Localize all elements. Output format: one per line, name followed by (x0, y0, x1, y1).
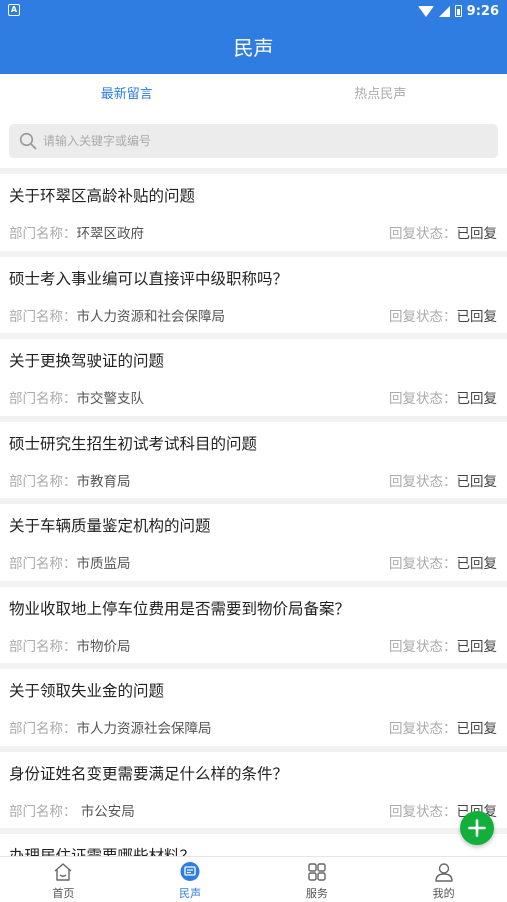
reply-status: 回复状态：已回复 (389, 717, 497, 737)
message-icon (180, 862, 200, 881)
dept-label: 部门名称： (9, 803, 77, 820)
reply-status: 回复状态：已回复 (389, 635, 497, 655)
list-item[interactable]: 关于领取失业金的问题 部门名称：市人力资源社会保障局 回复状态：已回复 (0, 669, 507, 752)
tab-hot-topics[interactable]: 热点民声 (254, 74, 507, 116)
status-value: 已回复 (456, 473, 498, 490)
reply-status: 回复状态：已回复 (389, 305, 497, 325)
dept-name: 市人力资源和社会保障局 (76, 308, 226, 325)
status-value: 已回复 (456, 391, 498, 407)
search-box[interactable] (9, 124, 498, 158)
message-list: 关于环翠区高龄补贴的问题 部门名称：环翠区政府 回复状态：已回复 硕士考入事业编… (0, 174, 507, 856)
list-item[interactable]: 关于环翠区高龄补贴的问题 部门名称：环翠区政府 回复状态：已回复 (0, 174, 507, 257)
nav-label: 民声 (179, 887, 202, 900)
dept-name: 环翠区政府 (76, 226, 145, 242)
list-item[interactable]: 硕士考入事业编可以直接评中级职称吗？ 部门名称：市人力资源和社会保障局 回复状态… (0, 256, 507, 339)
item-title: 硕士研究生招生初试考试科目的问题 (9, 434, 258, 453)
nav-label: 首页 (52, 887, 75, 900)
reply-status: 回复状态：已回复 (389, 552, 497, 572)
item-title: 物业收取地上停车位费用是否需要到物价局备案？ (9, 599, 351, 618)
status-label: 回复状态： (389, 638, 457, 655)
search-input[interactable] (43, 124, 483, 158)
nav-services[interactable]: 服务 (254, 857, 381, 902)
tab-latest-messages[interactable]: 最新留言 (0, 74, 254, 116)
bottom-nav: 首页 民声 服务 我的 (0, 856, 507, 902)
list-item[interactable]: 身份证姓名变更需要满足什么样的条件？ 部门名称： 市公安局 回复状态：已回复 (0, 751, 507, 834)
list-item[interactable]: 办理居住证需要哪些材料？ (0, 834, 507, 856)
status-label: 回复状态： (389, 308, 457, 325)
status-bar: A 9:26 (0, 0, 507, 22)
status-value: 已回复 (456, 556, 498, 572)
status-label: 回复状态： (389, 226, 457, 242)
search-bar (0, 116, 507, 168)
item-meta: 部门名称：市交警支队 回复状态：已回复 (9, 387, 497, 407)
status-label: 回复状态： (389, 556, 457, 572)
list-item[interactable]: 关于更换驾驶证的问题 部门名称：市交警支队 回复状态：已回复 (0, 339, 507, 422)
nav-label: 我的 (432, 887, 455, 900)
grid-icon (308, 863, 326, 881)
status-value: 已回复 (456, 638, 498, 655)
item-meta: 部门名称：环翠区政府 回复状态：已回复 (9, 222, 497, 242)
item-title: 关于领取失业金的问题 (9, 682, 165, 700)
plus-icon (468, 819, 486, 837)
app-bar: 民声 (0, 22, 507, 74)
dept-label: 部门名称： (9, 226, 77, 242)
dept-name: 市交警支队 (76, 391, 145, 407)
clock: 9:26 (466, 3, 499, 19)
item-meta: 部门名称：市人力资源和社会保障局 回复状态：已回复 (9, 305, 497, 325)
item-title: 关于更换驾驶证的问题 (9, 352, 165, 370)
wifi-icon (417, 5, 434, 17)
dept-name: 市人力资源社会保障局 (76, 721, 212, 737)
status-label: 回复状态： (389, 391, 457, 407)
dept-label: 部门名称： (9, 638, 77, 655)
item-meta: 部门名称：市人力资源社会保障局 回复状态：已回复 (9, 717, 497, 737)
list-item[interactable]: 物业收取地上停车位费用是否需要到物价局备案？ 部门名称：市物价局 回复状态：已回… (0, 586, 507, 669)
add-message-button[interactable] (460, 811, 494, 845)
item-meta: 部门名称：市物价局 回复状态：已回复 (9, 635, 497, 655)
home-icon (54, 863, 72, 881)
nav-voice[interactable]: 民声 (127, 857, 254, 902)
dept-label: 部门名称： (9, 308, 77, 325)
tab-bar: 最新留言 热点民声 (0, 74, 507, 116)
reply-status: 回复状态：已回复 (389, 222, 497, 242)
status-label: 回复状态： (389, 721, 457, 737)
nav-label: 服务 (305, 887, 328, 900)
dept-name: 市教育局 (76, 473, 131, 490)
dept-label: 部门名称： (9, 721, 77, 737)
item-meta: 部门名称：市质监局 回复状态：已回复 (9, 552, 497, 572)
item-title: 关于车辆质量鉴定机构的问题 (9, 517, 211, 535)
notification-icon: A (8, 4, 20, 16)
status-value: 已回复 (456, 226, 498, 242)
item-title: 办理居住证需要哪些材料？ (9, 847, 196, 856)
status-value: 已回复 (456, 721, 498, 737)
search-icon (19, 132, 37, 150)
reply-status: 回复状态：已回复 (389, 470, 497, 490)
status-label: 回复状态： (389, 803, 457, 820)
item-title: 硕士考入事业编可以直接评中级职称吗？ (9, 269, 289, 288)
item-title: 身份证姓名变更需要满足什么样的条件？ (9, 764, 289, 783)
status-value: 已回复 (456, 308, 498, 325)
item-meta: 部门名称：市教育局 回复状态：已回复 (9, 470, 497, 490)
nav-home[interactable]: 首页 (0, 857, 127, 902)
status-label: 回复状态： (389, 473, 457, 490)
reply-status: 回复状态：已回复 (389, 387, 497, 407)
list-item[interactable]: 硕士研究生招生初试考试科目的问题 部门名称：市教育局 回复状态：已回复 (0, 421, 507, 504)
battery-icon (454, 5, 462, 17)
dept-name: 市物价局 (76, 638, 131, 655)
item-meta: 部门名称： 市公安局 回复状态：已回复 (9, 800, 497, 820)
dept-name: 市质监局 (76, 556, 131, 572)
dept-label: 部门名称： (9, 391, 77, 407)
nav-profile[interactable]: 我的 (380, 857, 507, 902)
dept-name: 市公安局 (76, 803, 135, 820)
signal-icon (438, 5, 450, 17)
item-title: 关于环翠区高龄补贴的问题 (9, 187, 196, 205)
status-icons: 9:26 (417, 2, 499, 20)
dept-label: 部门名称： (9, 556, 77, 572)
page-title: 民声 (233, 36, 274, 60)
user-icon (434, 863, 453, 882)
dept-label: 部门名称： (9, 473, 77, 490)
list-item[interactable]: 关于车辆质量鉴定机构的问题 部门名称：市质监局 回复状态：已回复 (0, 504, 507, 587)
